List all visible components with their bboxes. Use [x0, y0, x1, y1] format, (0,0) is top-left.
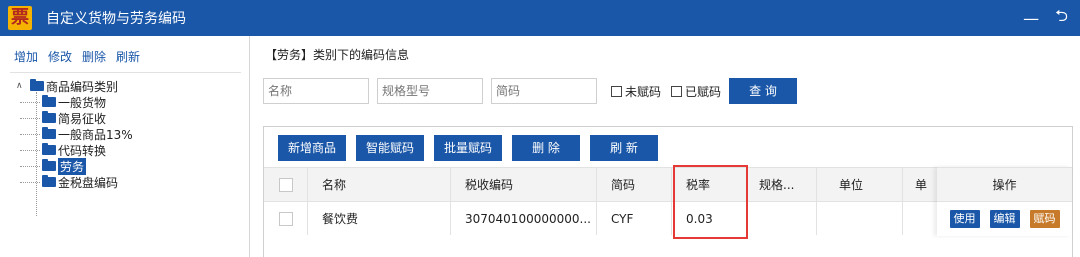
cell-spec [747, 202, 817, 235]
col-operations: 操作 [937, 167, 1072, 201]
assigned-checkbox[interactable]: 已赋码 [671, 83, 721, 100]
minimize-icon[interactable]: — [1023, 9, 1039, 28]
edit-link[interactable]: 修改 [48, 48, 72, 65]
query-button[interactable]: 查 询 [729, 78, 798, 104]
cell-tax-code: 307040100000000... [451, 202, 597, 235]
row-select-cell [264, 202, 308, 235]
edit-button[interactable]: 编辑 [989, 210, 1020, 228]
right-panel: 【劳务】类别下的编码信息 未赋码 已赋码 查 询 新增商品 智能赋码 批量赋码 … [251, 36, 1080, 257]
divider [10, 72, 241, 73]
tree-item-code-convert[interactable]: 代码转换 [16, 142, 133, 158]
checkbox-box[interactable] [611, 85, 622, 97]
delete-button[interactable]: 删 除 [512, 135, 580, 161]
folder-icon [42, 111, 56, 123]
window-title: 自定义货物与劳务编码 [46, 11, 186, 27]
cell-short-code: CYF [597, 202, 672, 235]
folder-icon [42, 175, 56, 187]
batch-assign-button[interactable]: 批量赋码 [434, 135, 502, 161]
col-tax-rate[interactable]: 税率 [672, 168, 747, 201]
data-table: 名称 税收编码 简码 税率 规格... 单位 单 餐饮费 30704010000… [264, 167, 1072, 236]
folder-icon [42, 127, 56, 139]
select-all-checkbox[interactable] [278, 177, 293, 192]
search-row: 未赋码 已赋码 查 询 [263, 78, 798, 104]
tree-item-label: 代码转换 [58, 143, 107, 158]
col-short-code[interactable]: 简码 [597, 168, 672, 201]
tree-item-general-goods[interactable]: 一般货物 [16, 94, 133, 110]
title-bar: 票 自定义货物与劳务编码 — ⮌ [0, 0, 1080, 36]
tree-item-label: 金税盘编码 [58, 175, 119, 190]
col-tax-code[interactable]: 税收编码 [451, 168, 597, 201]
spec-input[interactable] [377, 78, 483, 104]
section-title: 【劳务】类别下的编码信息 [265, 48, 410, 62]
folder-icon [42, 159, 56, 171]
category-tree: ∧ 商品编码类别 一般货物 简易征收 一般商品13% 代码转换 劳务 金税盘编码 [16, 78, 133, 216]
refresh-button[interactable]: 刷 新 [590, 135, 658, 161]
tree-item-general-13[interactable]: 一般商品13% [16, 126, 133, 142]
col-unit[interactable]: 单位 [817, 168, 903, 201]
app-logo: 票 [8, 6, 32, 30]
tree-item-simple-levy[interactable]: 简易征收 [16, 110, 133, 126]
restore-icon[interactable]: ⮌ [1055, 5, 1068, 32]
unassigned-label: 未赋码 [625, 84, 662, 99]
unassigned-checkbox[interactable]: 未赋码 [611, 83, 661, 100]
window-controls: — ⮌ [1023, 0, 1068, 36]
row-checkbox[interactable] [278, 211, 293, 226]
col-name[interactable]: 名称 [308, 168, 451, 201]
operations-column: 操作 使用 编辑 赋码 [937, 167, 1072, 236]
tree-item-services[interactable]: 劳务 [16, 157, 133, 175]
use-button[interactable]: 使用 [949, 210, 980, 228]
left-panel: 增加 修改 删除 刷新 ∧ 商品编码类别 一般货物 简易征收 一般商品13% 代… [0, 36, 250, 257]
assigned-label: 已赋码 [685, 84, 722, 99]
cell-tax-rate: 0.03 [672, 202, 747, 235]
checkbox-box[interactable] [671, 85, 683, 97]
assign-code-button[interactable]: 赋码 [1029, 210, 1060, 228]
cell-name: 餐饮费 [308, 202, 451, 235]
folder-icon [42, 95, 56, 107]
folder-icon [30, 79, 44, 91]
tree-item-label: 一般货物 [58, 95, 107, 110]
short-code-input[interactable] [491, 78, 597, 104]
col-spec[interactable]: 规格... [747, 168, 817, 201]
row-actions: 使用 编辑 赋码 [937, 201, 1072, 236]
tree-item-golden-tax[interactable]: 金税盘编码 [16, 174, 133, 190]
delete-link[interactable]: 删除 [82, 48, 106, 65]
grid-toolbar: 新增商品 智能赋码 批量赋码 删 除 刷 新 [278, 135, 658, 161]
goods-grid: 新增商品 智能赋码 批量赋码 删 除 刷 新 名称 税收编码 简码 税率 规格.… [263, 126, 1073, 257]
tree-item-label: 一般商品13% [58, 127, 133, 142]
collapse-icon[interactable]: ∧ [16, 81, 28, 91]
select-all-cell [264, 168, 308, 201]
cell-unit [817, 202, 903, 235]
add-link[interactable]: 增加 [14, 48, 38, 65]
refresh-link[interactable]: 刷新 [116, 48, 140, 65]
tree-item-label: 简易征收 [58, 111, 107, 126]
add-goods-button[interactable]: 新增商品 [278, 135, 346, 161]
smart-assign-button[interactable]: 智能赋码 [356, 135, 424, 161]
tree-root-label: 商品编码类别 [46, 79, 119, 94]
left-toolbar: 增加 修改 删除 刷新 [14, 48, 140, 65]
folder-icon [42, 143, 56, 155]
tree-root[interactable]: ∧ 商品编码类别 [16, 78, 133, 94]
tree-item-label: 劳务 [58, 157, 87, 175]
name-input[interactable] [263, 78, 369, 104]
